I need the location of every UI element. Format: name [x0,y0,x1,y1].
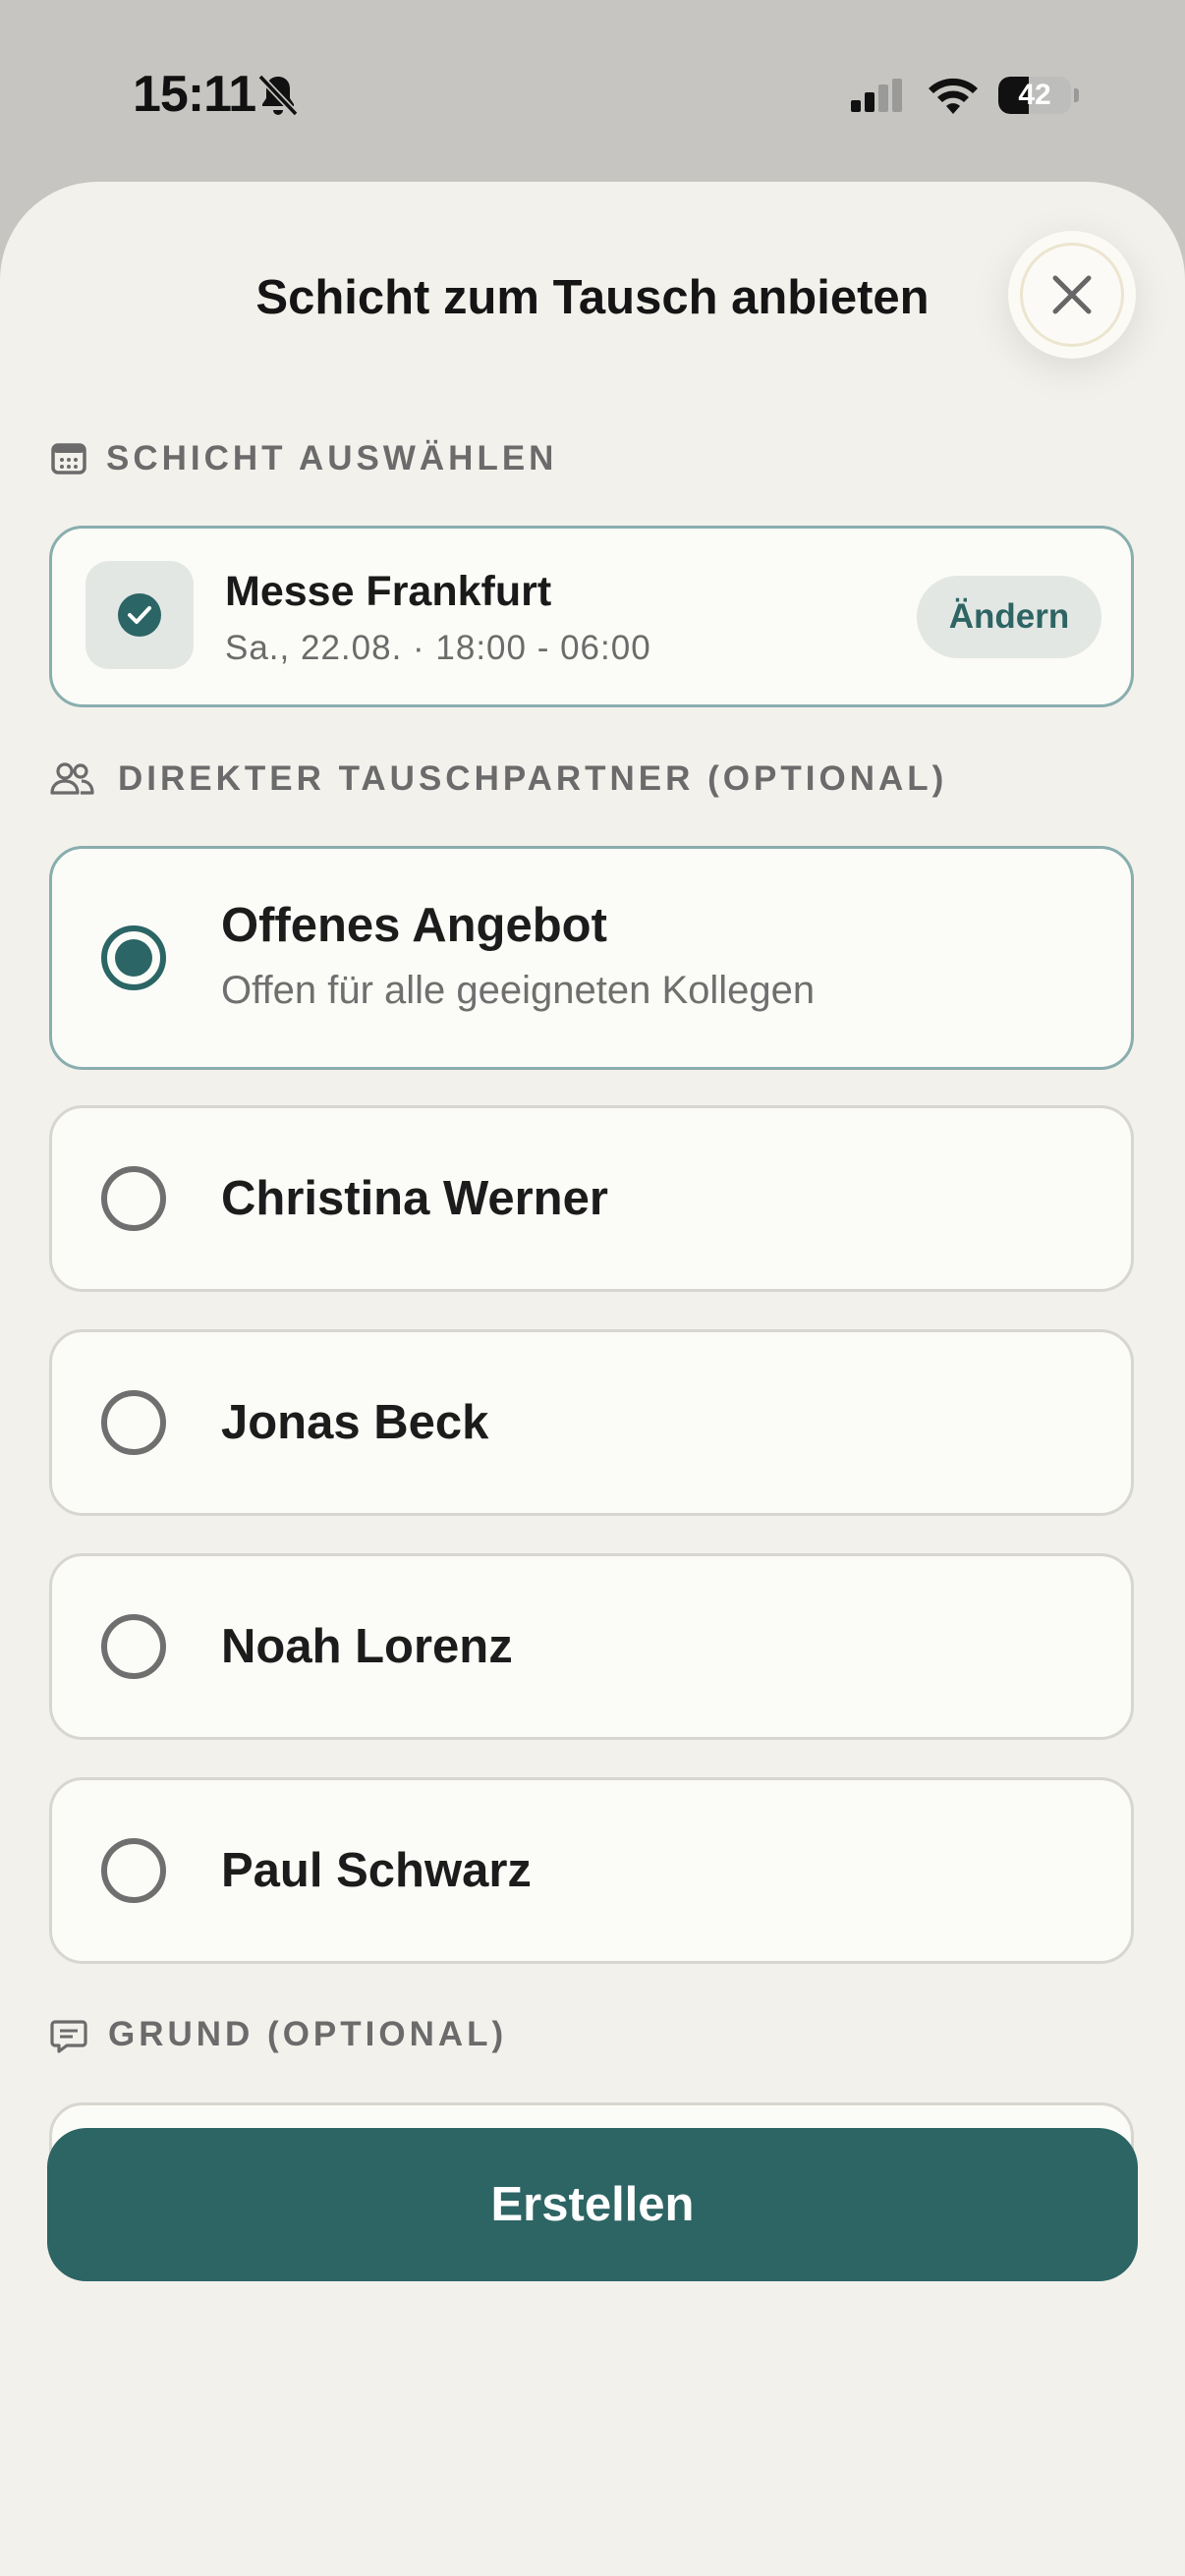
partner-option-christina-werner[interactable]: Christina Werner [49,1105,1134,1292]
option-title: Paul Schwarz [221,1844,532,1897]
section-label-reason: GRUND (OPTIONAL) [108,2015,508,2053]
calendar-icon [51,443,86,475]
section-label-shift: SCHICHT AUSWÄHLEN [106,439,558,477]
option-title: Offenes Angebot [221,899,607,952]
partner-option-open-offer[interactable]: Offenes Angebot Offen für alle geeignete… [49,846,1134,1070]
radio-unselected[interactable] [101,1166,166,1231]
shift-check-badge [85,561,194,669]
partner-option-noah-lorenz[interactable]: Noah Lorenz [49,1553,1134,1740]
status-time: 15:11 [133,66,256,123]
cellular-signal-icon [851,79,902,112]
change-shift-button[interactable]: Ändern [917,576,1101,658]
close-icon [1052,275,1092,314]
shift-name: Messe Frankfurt [225,568,552,615]
radio-unselected[interactable] [101,1614,166,1679]
selected-shift-card[interactable]: Messe Frankfurt Sa., 22.08. · 18:00 - 06… [49,526,1134,707]
option-title: Jonas Beck [221,1396,489,1449]
radio-unselected[interactable] [101,1838,166,1903]
partner-option-paul-schwarz[interactable]: Paul Schwarz [49,1777,1134,1964]
check-circle-icon [118,593,161,637]
option-title: Christina Werner [221,1172,608,1225]
radio-unselected[interactable] [101,1390,166,1455]
partner-option-jonas-beck[interactable]: Jonas Beck [49,1329,1134,1516]
option-subtitle: Offen für alle geeigneten Kollegen [221,969,816,1012]
section-label-partner: DIREKTER TAUSCHPARTNER (OPTIONAL) [118,759,948,798]
radio-selected[interactable] [101,925,166,990]
wifi-icon [929,78,978,114]
option-title: Noah Lorenz [221,1620,513,1673]
battery-indicator: 42 [998,77,1081,116]
bell-muted-icon [257,74,299,117]
create-button[interactable]: Erstellen [47,2128,1138,2281]
shift-time: Sa., 22.08. · 18:00 - 06:00 [225,629,651,667]
battery-level: 42 [1018,79,1051,111]
status-bar: 15:11 42 [0,0,1185,187]
people-icon [50,762,94,795]
close-button[interactable] [1008,231,1136,359]
message-icon [50,2020,87,2053]
